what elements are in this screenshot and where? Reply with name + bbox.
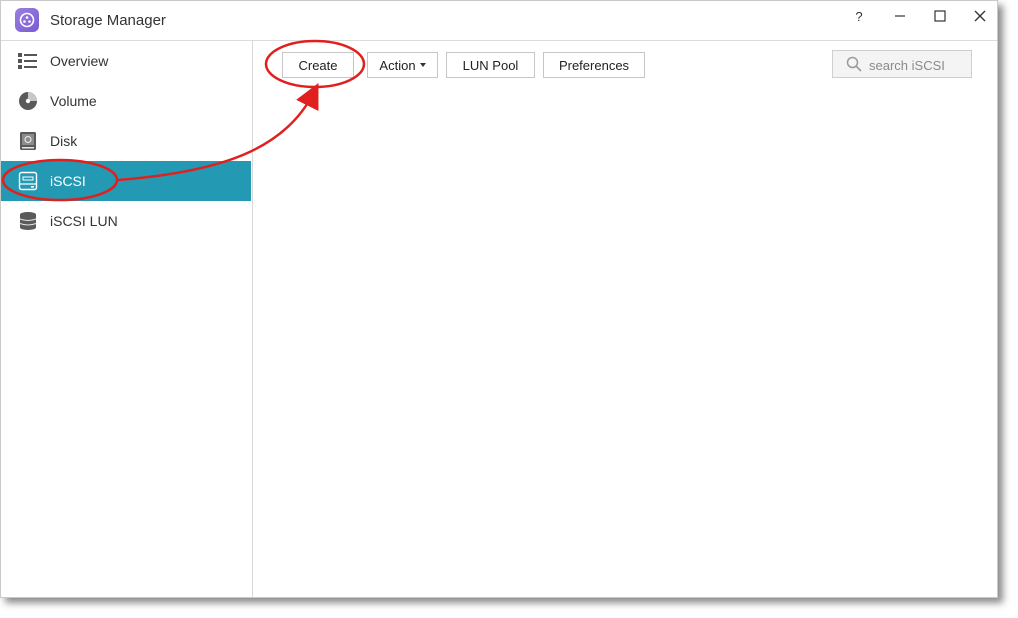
close-button[interactable] (965, 5, 995, 27)
list-icon (18, 51, 38, 71)
search-input[interactable] (867, 55, 971, 75)
sidebar-item-label: Volume (50, 93, 97, 109)
search-box[interactable] (832, 50, 972, 78)
close-icon (974, 10, 986, 22)
sidebar-item-label: iSCSI LUN (50, 213, 118, 229)
app-icon (15, 8, 39, 32)
preferences-button[interactable]: Preferences (543, 52, 645, 78)
minimize-button[interactable] (885, 5, 915, 27)
sidebar-item-label: Overview (50, 53, 109, 69)
sidebar: Overview Volume Disk iSCSI iSCSI LUN (1, 41, 253, 597)
action-dropdown[interactable]: Action (367, 52, 438, 78)
storage-manager-window: Storage Manager ? Overview Volume Disk i… (0, 0, 998, 598)
main-content: Create Action LUN Pool Preferences (253, 41, 997, 597)
maximize-button[interactable] (925, 5, 955, 27)
sidebar-item-label: iSCSI (50, 173, 86, 189)
sidebar-item-label: Disk (50, 133, 78, 149)
database-icon (18, 211, 38, 231)
help-icon: ? (855, 8, 863, 24)
minimize-icon (895, 15, 905, 17)
action-button-label: Action (379, 57, 416, 73)
maximize-icon (934, 10, 946, 22)
disk-icon (18, 131, 38, 151)
volume-icon (18, 91, 38, 111)
title-bar[interactable]: Storage Manager ? (1, 1, 997, 41)
sidebar-item-overview[interactable]: Overview (1, 41, 251, 81)
sidebar-item-iscsi-lun[interactable]: iSCSI LUN (1, 201, 251, 241)
iscsi-icon (18, 171, 38, 191)
sidebar-item-disk[interactable]: Disk (1, 121, 251, 161)
lun-pool-button-label: LUN Pool (462, 57, 519, 73)
help-button[interactable]: ? (844, 5, 874, 27)
sidebar-item-iscsi[interactable]: iSCSI (1, 161, 251, 201)
create-button-label: Create (298, 57, 338, 73)
preferences-button-label: Preferences (558, 57, 630, 73)
lun-pool-button[interactable]: LUN Pool (446, 52, 535, 78)
window-title: Storage Manager (50, 12, 166, 29)
sidebar-item-volume[interactable]: Volume (1, 81, 251, 121)
caret-down-icon (419, 63, 426, 67)
create-button[interactable]: Create (282, 52, 354, 78)
search-icon (846, 56, 862, 72)
